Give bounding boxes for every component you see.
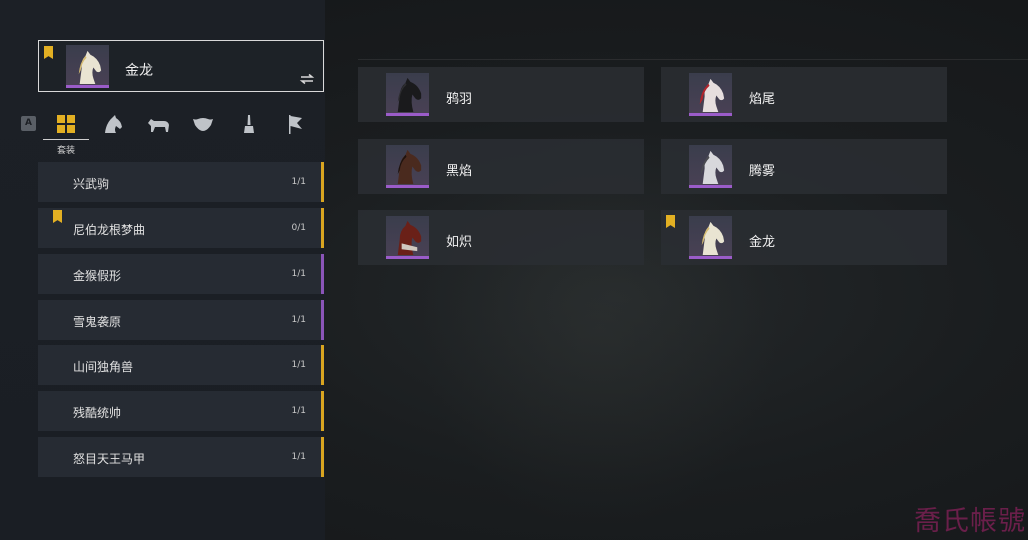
set-count: 1/1 <box>291 452 306 462</box>
horse-name: 如炽 <box>446 235 473 250</box>
horse-card[interactable]: 如炽 <box>358 210 644 265</box>
armored-red-horse-icon <box>386 216 429 259</box>
set-list-item[interactable]: 怒目天王马甲 1/1 <box>38 437 324 477</box>
horse-name: 金龙 <box>749 235 776 250</box>
horse-name: 焰尾 <box>749 92 776 107</box>
rarity-edge <box>321 345 324 385</box>
tab-horse-head[interactable] <box>95 110 129 138</box>
bookmark-icon <box>666 215 675 228</box>
white-horse-icon <box>689 216 732 259</box>
swap-icon[interactable] <box>299 73 315 85</box>
bookmark-icon <box>53 210 62 223</box>
horse-card[interactable]: 焰尾 <box>661 67 947 122</box>
grid-icon <box>57 115 75 133</box>
selected-horse-name: 金龙 <box>125 63 153 79</box>
rarity-edge <box>321 162 324 202</box>
horse-body-icon <box>148 119 169 132</box>
horse-name: 鸦羽 <box>446 92 473 107</box>
horse-card[interactable]: 金龙 <box>661 210 947 265</box>
set-name: 尼伯龙根梦曲 <box>73 223 146 237</box>
set-name: 兴武驹 <box>73 177 110 191</box>
set-count: 0/1 <box>291 223 306 233</box>
bookmark-icon <box>44 46 53 59</box>
tab-horse-body[interactable] <box>141 110 175 138</box>
horse-head-icon <box>105 115 122 133</box>
brown-horse-icon <box>386 145 429 188</box>
active-tab-label: 套装 <box>57 146 76 156</box>
flag-icon <box>289 115 302 134</box>
rarity-edge <box>321 391 324 431</box>
set-name: 雪鬼袭原 <box>73 315 122 329</box>
horse-name: 黑焰 <box>446 164 473 179</box>
horse-card[interactable]: 腾雾 <box>661 139 947 194</box>
set-count: 1/1 <box>291 177 306 187</box>
rarity-edge <box>321 437 324 477</box>
set-count: 1/1 <box>291 406 306 416</box>
tab-sets[interactable] <box>49 110 83 138</box>
header-divider <box>358 59 1028 60</box>
set-list-item[interactable]: 雪鬼袭原 1/1 <box>38 300 324 340</box>
watermark: 喬氏帳號 <box>914 506 1026 537</box>
brush-icon <box>244 115 254 133</box>
set-list-item[interactable]: 金猴假形 1/1 <box>38 254 324 294</box>
white-horse-icon <box>66 45 109 88</box>
rarity-edge <box>321 208 324 248</box>
rarity-edge <box>321 300 324 340</box>
set-list-item[interactable]: 山间独角兽 1/1 <box>38 345 324 385</box>
rarity-edge <box>321 254 324 294</box>
active-tab-indicator <box>43 139 89 140</box>
horse-card[interactable]: 黑焰 <box>358 139 644 194</box>
set-name: 山间独角兽 <box>73 360 134 374</box>
set-list-item[interactable]: 兴武驹 1/1 <box>38 162 324 202</box>
selected-horse-card[interactable]: 金龙 <box>38 40 324 92</box>
set-list-item[interactable]: 残酷统帅 1/1 <box>38 391 324 431</box>
set-name: 残酷统帅 <box>73 406 122 420</box>
set-name: 怒目天王马甲 <box>73 452 146 466</box>
set-list-item[interactable]: 尼伯龙根梦曲 0/1 <box>38 208 324 248</box>
black-horse-icon <box>386 73 429 116</box>
red-mane-horse-icon <box>689 73 732 116</box>
horse-card[interactable]: 鸦羽 <box>358 67 644 122</box>
set-count: 1/1 <box>291 269 306 279</box>
tab-flag[interactable] <box>278 110 312 138</box>
filter-key-hint: A <box>21 116 36 131</box>
grey-horse-icon <box>689 145 732 188</box>
saddle-icon <box>193 118 213 131</box>
tab-brush[interactable] <box>232 110 266 138</box>
set-count: 1/1 <box>291 360 306 370</box>
set-name: 金猴假形 <box>73 269 122 283</box>
set-count: 1/1 <box>291 315 306 325</box>
horse-name: 腾雾 <box>749 164 776 179</box>
tab-saddle[interactable] <box>186 110 220 138</box>
